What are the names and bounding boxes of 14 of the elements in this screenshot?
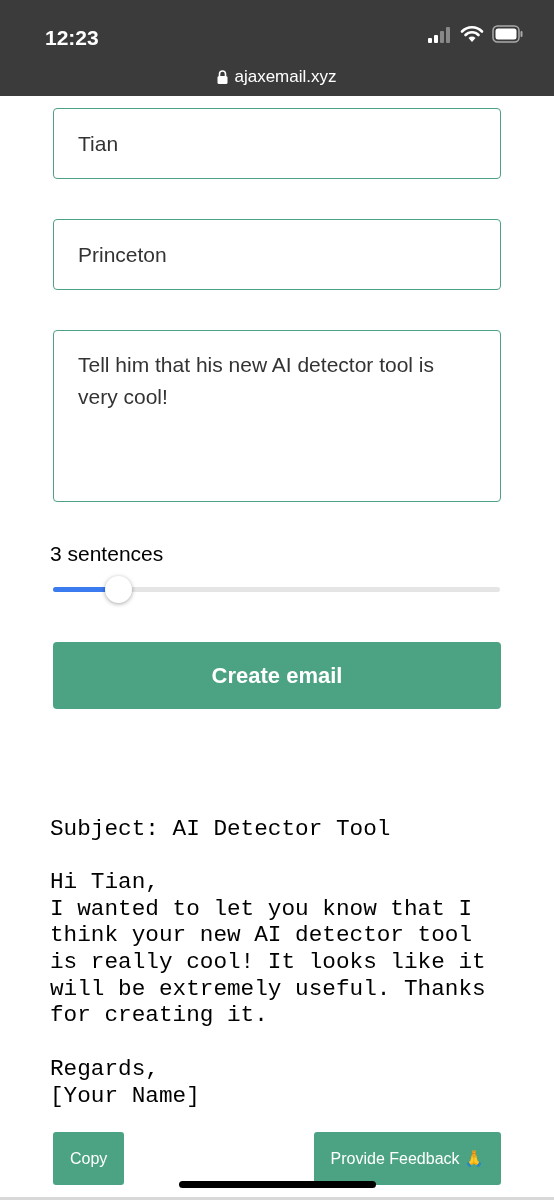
- clock-time: 12:23: [45, 25, 99, 51]
- page-url[interactable]: ajaxemail.xyz: [234, 64, 337, 90]
- slider-thumb[interactable]: [104, 575, 132, 603]
- battery-icon: [492, 25, 524, 43]
- message-field[interactable]: Tell him that his new AI detector tool is very cool!: [53, 330, 501, 502]
- email-signoff: Regards, [Your Name]: [50, 1055, 201, 1110]
- input-field[interactable]: Princeton: [53, 219, 501, 290]
- lock-icon: [217, 69, 229, 84]
- wifi-icon: [460, 25, 484, 43]
- email-subject: Subject: AI Detector Tool: [50, 815, 392, 843]
- signal-icon: [428, 27, 452, 43]
- slider-label: 3 sentences: [50, 541, 165, 567]
- email-body: Hi Tian, I wanted to let you know that I think your new AI detector tool is really cool! It looks like it will be extremely useful. Thanks for creating it.: [50, 868, 487, 1030]
- input-field[interactable]: Tian: [53, 108, 501, 179]
